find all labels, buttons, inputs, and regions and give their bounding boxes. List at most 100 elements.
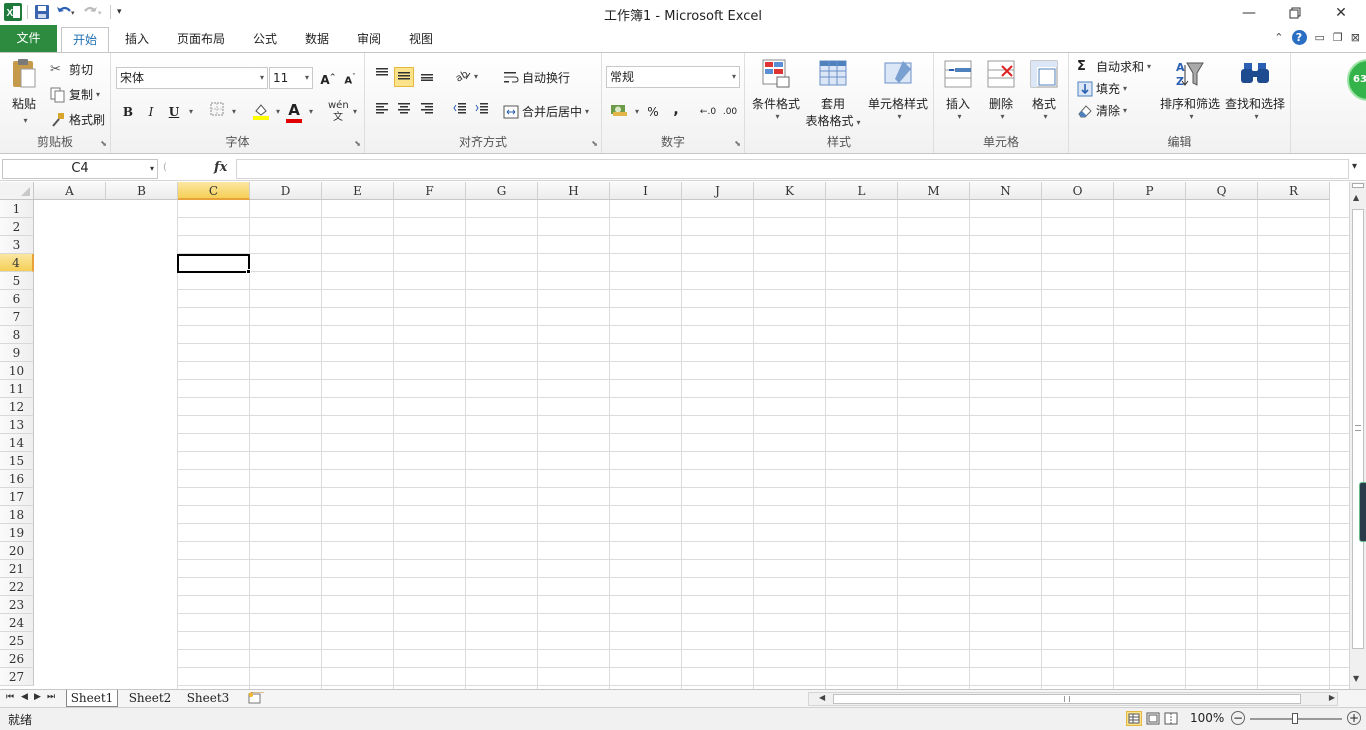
tab-data[interactable]: 数据: [296, 27, 338, 52]
split-box[interactable]: [1352, 183, 1364, 188]
font-size-box[interactable]: 11 ▾: [269, 67, 313, 89]
workbook-restore-icon[interactable]: ❐: [1333, 31, 1343, 44]
column-header[interactable]: K: [754, 182, 826, 200]
row-header[interactable]: 1: [0, 200, 34, 218]
row-header[interactable]: 9: [0, 344, 34, 362]
column-header[interactable]: P: [1114, 182, 1186, 200]
column-header[interactable]: L: [826, 182, 898, 200]
autosum-button[interactable]: Σ 自动求和 ▾: [1077, 58, 1151, 75]
percent-button[interactable]: %: [643, 102, 663, 122]
column-header[interactable]: G: [466, 182, 538, 200]
align-right-icon[interactable]: [417, 101, 437, 121]
delete-cells-button[interactable]: 删除 ▾: [981, 57, 1021, 121]
fill-handle[interactable]: [246, 269, 251, 274]
increase-decimal-icon[interactable]: ←.0: [698, 102, 718, 122]
sheet-tab-3[interactable]: Sheet3: [182, 690, 234, 707]
dialog-launcher-icon[interactable]: ⬊: [100, 139, 107, 148]
row-header[interactable]: 13: [0, 416, 34, 434]
chevron-down-icon[interactable]: ▾: [232, 107, 236, 116]
column-header[interactable]: R: [1258, 182, 1330, 200]
zoom-level[interactable]: 100%: [1190, 711, 1224, 725]
tab-page-layout[interactable]: 页面布局: [170, 27, 232, 52]
last-sheet-icon[interactable]: ⏭: [47, 692, 55, 702]
normal-view-icon[interactable]: [1126, 711, 1142, 726]
horizontal-scrollbar[interactable]: ◀ ▶: [808, 692, 1338, 706]
format-as-table-button[interactable]: 套用 表格格式 ▾: [803, 57, 863, 129]
column-header[interactable]: Q: [1186, 182, 1258, 200]
copy-button[interactable]: 复制 ▾: [50, 86, 100, 103]
font-name-box[interactable]: 宋体 ▾: [116, 67, 268, 89]
row-header[interactable]: 22: [0, 578, 34, 596]
sheet-tab-2[interactable]: Sheet2: [124, 690, 176, 707]
cell-area-left[interactable]: [34, 200, 177, 689]
scroll-down-icon[interactable]: ▼: [1353, 674, 1359, 683]
tab-file[interactable]: 文件: [0, 25, 57, 52]
select-all-corner[interactable]: [0, 182, 34, 200]
column-header[interactable]: A: [34, 182, 106, 200]
merge-center-button[interactable]: 合并后居中 ▾: [503, 103, 589, 120]
row-header[interactable]: 10: [0, 362, 34, 380]
help-icon[interactable]: ?: [1291, 30, 1307, 45]
zoom-slider-thumb[interactable]: [1292, 713, 1298, 724]
restore-icon[interactable]: [1272, 0, 1318, 25]
expand-formula-bar-icon[interactable]: ▾: [1352, 161, 1357, 172]
tab-home[interactable]: 开始: [61, 27, 109, 53]
workbook-close-icon[interactable]: ⊠: [1351, 31, 1360, 44]
find-select-button[interactable]: 查找和选择 ▾: [1223, 57, 1287, 121]
row-header[interactable]: 25: [0, 632, 34, 650]
column-header[interactable]: I: [610, 182, 682, 200]
row-header[interactable]: 16: [0, 470, 34, 488]
zoom-out-icon[interactable]: −: [1231, 711, 1245, 725]
grow-font-icon[interactable]: A^: [318, 67, 338, 87]
shrink-font-icon[interactable]: Aˇ: [340, 67, 360, 87]
row-header[interactable]: 12: [0, 398, 34, 416]
row-header[interactable]: 19: [0, 524, 34, 542]
cell-styles-button[interactable]: 单元格样式 ▾: [865, 57, 931, 121]
tab-view[interactable]: 视图: [400, 27, 442, 52]
scroll-up-icon[interactable]: ▲: [1353, 193, 1359, 202]
format-cells-button[interactable]: 格式 ▾: [1024, 57, 1064, 121]
orientation-icon[interactable]: ab: [453, 67, 473, 87]
scroll-left-icon[interactable]: ◀: [819, 693, 825, 702]
column-header[interactable]: N: [970, 182, 1042, 200]
insert-cells-button[interactable]: 插入 ▾: [938, 57, 978, 121]
fill-color-icon[interactable]: [251, 102, 271, 122]
column-header[interactable]: B: [106, 182, 178, 200]
row-header[interactable]: 11: [0, 380, 34, 398]
conditional-format-button[interactable]: 条件格式 ▾: [749, 57, 803, 121]
align-middle-icon[interactable]: [394, 67, 414, 87]
sheet-tab-1[interactable]: Sheet1: [66, 690, 118, 707]
decrease-decimal-icon[interactable]: .00: [720, 102, 740, 122]
number-format-box[interactable]: 常规 ▾: [606, 66, 740, 88]
clear-button[interactable]: 清除 ▾: [1077, 102, 1127, 119]
page-layout-view-icon[interactable]: [1146, 712, 1160, 728]
sort-filter-button[interactable]: AZ 排序和筛选 ▾: [1159, 57, 1221, 121]
scroll-right-icon[interactable]: ▶: [1329, 693, 1335, 702]
minimize-icon[interactable]: —: [1226, 0, 1272, 25]
chevron-down-icon[interactable]: ▾: [353, 107, 357, 116]
align-top-icon[interactable]: [372, 67, 392, 87]
row-header[interactable]: 6: [0, 290, 34, 308]
italic-button[interactable]: I: [141, 102, 161, 122]
row-header[interactable]: 26: [0, 650, 34, 668]
chevron-down-icon[interactable]: ▾: [276, 107, 280, 116]
column-header[interactable]: D: [250, 182, 322, 200]
tab-formulas[interactable]: 公式: [244, 27, 286, 52]
row-header[interactable]: 15: [0, 452, 34, 470]
vertical-scrollbar[interactable]: ▲ ▼: [1349, 182, 1366, 689]
align-left-icon[interactable]: [372, 101, 392, 121]
increase-indent-icon[interactable]: [472, 101, 492, 121]
row-header[interactable]: 21: [0, 560, 34, 578]
borders-icon[interactable]: [207, 102, 227, 122]
tab-review[interactable]: 审阅: [348, 27, 390, 52]
paste-button[interactable]: 粘贴 ▾: [4, 57, 44, 125]
worksheet-grid[interactable]: ABCDEFGHIJKLMNOPQR 1 2 3 4 5 6 7 8 9 10 11 12 13 14 15…: [0, 182, 1349, 689]
prev-sheet-icon[interactable]: ◀: [21, 692, 28, 702]
column-header[interactable]: J: [682, 182, 754, 200]
align-center-icon[interactable]: [394, 101, 414, 121]
row-header[interactable]: 8: [0, 326, 34, 344]
row-header[interactable]: 2: [0, 218, 34, 236]
column-header[interactable]: E: [322, 182, 394, 200]
column-header[interactable]: M: [898, 182, 970, 200]
row-header[interactable]: 20: [0, 542, 34, 560]
